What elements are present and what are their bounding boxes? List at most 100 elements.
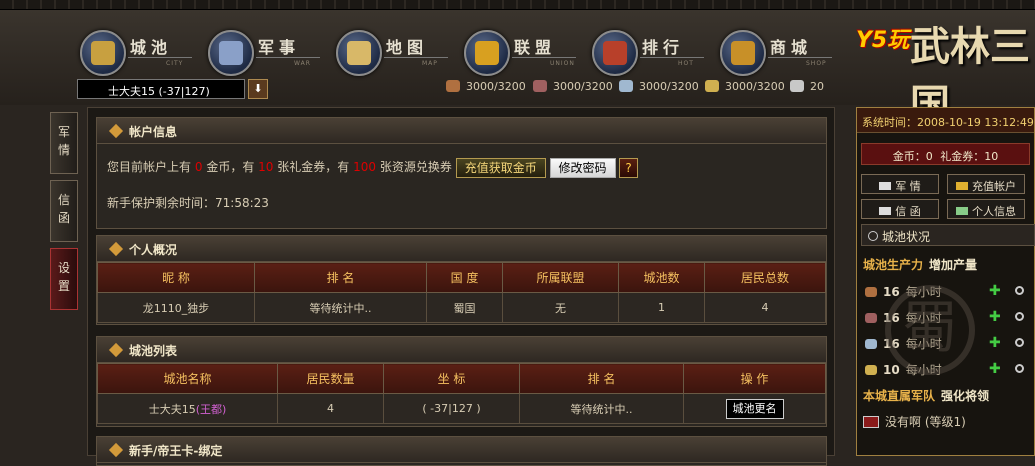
account-panel: 帐户信息 您目前帐户上有 0 金币，有 10 张礼金券，有 100 张资源兑换券… [96,117,827,229]
tab-mail[interactable]: 信 函 [50,180,78,242]
brick-icon [865,313,877,323]
main-content: 帐户信息 您目前帐户上有 0 金币，有 10 张礼金券，有 100 张资源兑换券… [87,107,835,466]
col-city-count: 城池数 [618,262,705,293]
nav-map-sub: MAP [422,60,438,67]
radio-icon[interactable] [1015,312,1024,321]
tab-military[interactable]: 军 情 [50,112,78,174]
plus-icon[interactable]: ✚ [989,361,1001,377]
radio-icon[interactable] [1015,286,1024,295]
wood-icon [865,287,877,297]
general-icon [863,416,879,428]
logo-brand: Y5玩 [856,28,910,53]
top-border [0,0,1035,10]
nav-war-label: 军事 [258,38,301,57]
nav-shop-sub: SHOP [806,60,827,67]
plus-icon[interactable]: ✚ [989,309,1001,325]
card-bind-panel: 新手/帝王卡-绑定 [96,436,827,466]
radio-icon[interactable] [1015,338,1024,347]
brick-icon [533,80,547,92]
production-title: 城池生产力 增加产量 [863,258,978,272]
resource-food: 3000/3200 [705,80,785,96]
personal-panel: 个人概况 昵 称 排 名 国 度 所属联盟 城池数 居民总数 龙1110_独步 … [96,235,827,325]
resource-population: 20 [790,80,824,96]
nav-rank-sub: HOT [678,60,694,67]
plus-icon[interactable]: ✚ [989,335,1001,351]
city-dropdown-button[interactable]: ⬇ [248,79,268,99]
city-icon [80,30,126,76]
wheat-icon [705,80,719,92]
account-balance-line: 您目前帐户上有 0 金币，有 10 张礼金券，有 100 张资源兑换券 充值获取… [97,156,826,178]
resource-brick: 3000/3200 [533,80,613,96]
gold-icon [956,182,968,190]
nav-city-sub: CITY [166,60,184,67]
col-rank: 排 名 [254,262,427,293]
col-alliance: 所属联盟 [502,262,619,293]
col-nickname: 昵 称 [97,262,255,293]
table-row: 龙1110_独步 等待统计中.. 蜀国 无 1 4 [97,292,826,323]
nav-city[interactable]: 城池 CITY [80,30,195,80]
recharge-button[interactable]: 充值获取金币 [455,157,546,178]
table-header-row: 城池名称 居民数量 坐 标 排 名 操 作 [97,363,826,394]
flag-icon [879,182,892,190]
table-row: 士大夫15(王都) 4 ( -37|127 ) 等待统计中.. 城池更名 [97,393,826,424]
nav-city-label: 城池 [130,38,173,57]
help-button[interactable]: ? [619,157,638,178]
protect-timer: 新手保护剩余时间：71:58:23 [107,196,269,210]
diamond-icon [108,241,124,257]
table-header-row: 昵 称 排 名 国 度 所属联盟 城池数 居民总数 [97,262,826,293]
nav-map[interactable]: 地图 MAP [336,30,451,80]
mail-icon [879,207,892,215]
diamond-icon [108,123,124,139]
resource-iron: 3000/3200 [619,80,699,96]
increase-production-link[interactable]: 增加产量 [929,258,977,272]
treasure-icon [464,30,510,76]
radio-icon[interactable] [1015,364,1024,373]
tab-settings[interactable]: 设 置 [50,248,78,310]
right-sidebar: 系统时间：2008-10-19 13:12:49 金币：0 礼金券：10 军 情… [856,107,1035,456]
diamond-icon [108,442,124,458]
nav-rank-label: 排行 [642,38,685,57]
nav-union-label: 联盟 [514,38,557,57]
strengthen-general-link[interactable]: 强化将领 [941,389,989,403]
personal-info-button[interactable]: 个人信息 [947,199,1025,219]
account-header: 帐户信息 [97,118,826,144]
sword-icon [208,30,254,76]
nav-union-sub: UNION [550,60,575,67]
pen-icon [956,207,968,215]
city-table: 城池名称 居民数量 坐 标 排 名 操 作 士大夫15(王都) 4 ( -37|… [97,363,826,424]
currency-bar: 金币：0 礼金券：10 [861,143,1030,165]
plus-icon[interactable]: ✚ [989,283,1001,299]
nav-war-sub: WAR [294,60,311,67]
resource-wood: 3000/3200 [446,80,526,96]
rename-city-button[interactable]: 城池更名 [725,398,784,419]
recharge-account-button[interactable]: 充值帐户 [947,174,1025,194]
army-item[interactable]: 没有啊 (等级1) [863,413,1033,430]
banner-icon [592,30,638,76]
circle-icon [868,231,878,241]
change-password-button[interactable]: 修改密码 [549,157,616,178]
card-bind-header: 新手/帝王卡-绑定 [97,437,826,463]
col-country: 国 度 [426,262,503,293]
game-logo: Y5玩 武林三国 [850,12,1035,128]
iron-icon [865,339,877,349]
wood-icon [446,80,460,92]
mail-button[interactable]: 信 函 [861,199,939,219]
wheat-icon [865,365,877,375]
iron-icon [619,80,633,92]
shu-seal-watermark: 蜀 [885,285,975,375]
city-status-header: 城池状况 [861,224,1035,246]
scroll-map-icon [336,30,382,76]
city-selector[interactable]: 士大夫15 (-37|127) [77,79,245,99]
military-button[interactable]: 军 情 [861,174,939,194]
diamond-icon [108,342,124,358]
nav-shop-label: 商城 [770,38,813,57]
personal-header: 个人概况 [97,236,826,262]
army-title: 本城直属军队 强化将领 [863,389,990,403]
nav-shop[interactable]: 商城 SHOP [720,30,835,80]
col-residents: 居民总数 [704,262,826,293]
system-time: 系统时间：2008-10-19 13:12:49 [857,108,1034,133]
nav-union[interactable]: 联盟 UNION [464,30,579,80]
nav-map-label: 地图 [386,38,429,57]
nav-rank[interactable]: 排行 HOT [592,30,707,80]
nav-war[interactable]: 军事 WAR [208,30,323,80]
